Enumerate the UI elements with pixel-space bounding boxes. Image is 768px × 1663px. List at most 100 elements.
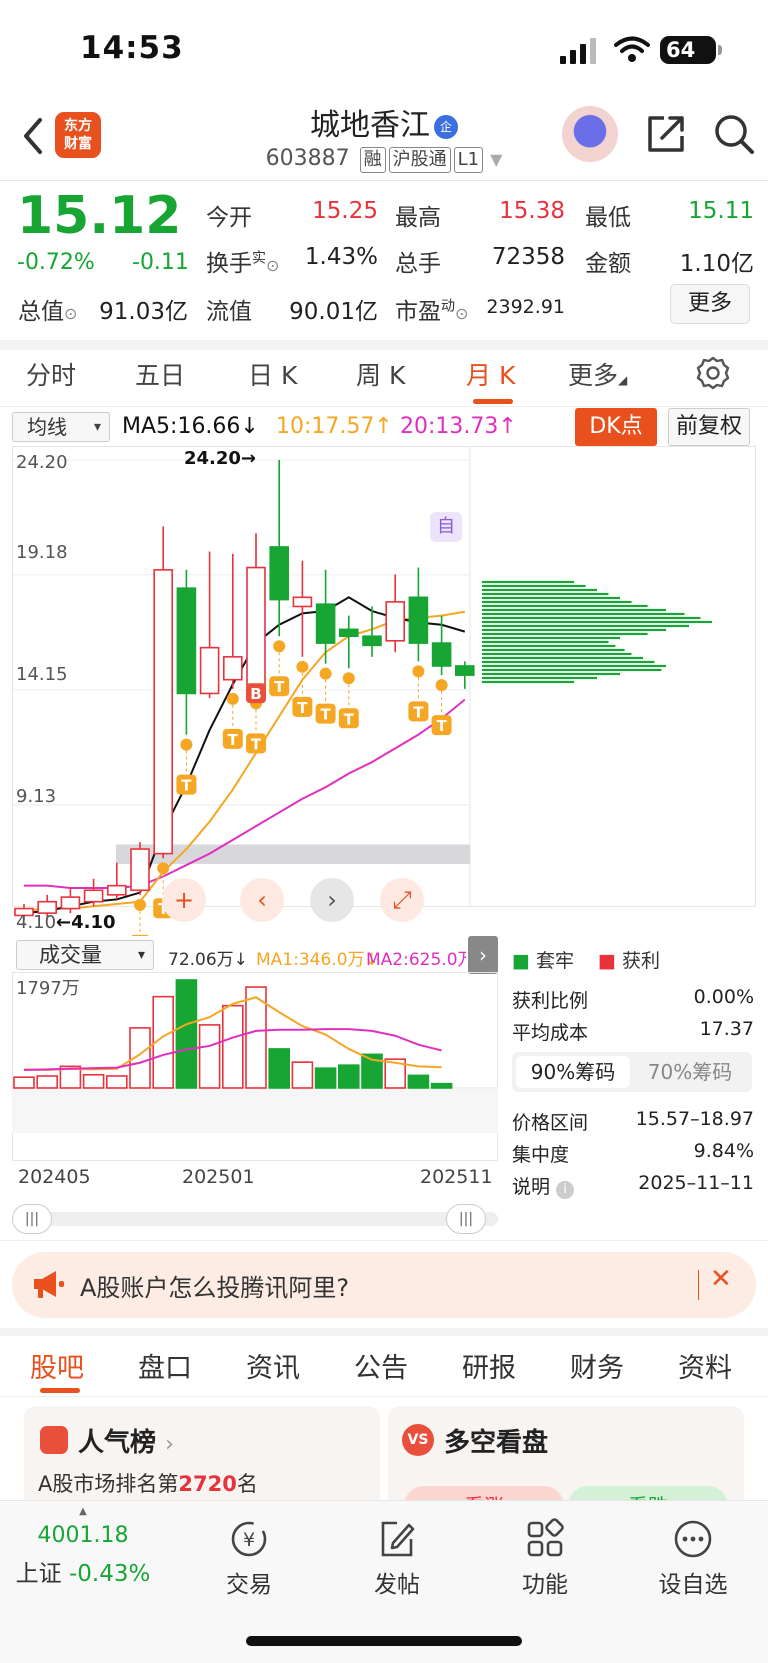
tag-margin: 融 [359,147,386,173]
volume-value: 72.06万↓ [168,950,248,970]
legend-profit-text: 获利 [622,950,661,972]
ad-text[interactable]: A股账户怎么投腾讯阿里? [80,1268,349,1303]
chart-frame [12,446,756,907]
chip-bar [482,624,689,628]
volume-ma1: MA1:346.0万↓ [256,950,379,970]
volume-bar [430,1082,453,1089]
tab-monthly-k[interactable]: 月 K [466,356,515,392]
index-name: 上证 [15,1561,62,1587]
stock-code: 603887 [265,146,350,171]
t-marker-dot [180,738,193,751]
volume-bar [175,979,198,1089]
nav-functions-label: 功能 [522,1572,568,1598]
chip-bar [482,656,643,660]
search-icon[interactable] [712,112,756,156]
t-marker-dot [319,667,332,680]
index-value: 4001.18 [37,1523,129,1548]
tab-research[interactable]: 研报 [462,1346,516,1385]
rank-number: 2720 [178,1472,237,1496]
chip-value: 17.37 [699,1018,754,1040]
status-bar: 14:53 64 [0,0,768,100]
fullscreen-icon[interactable]: ⤢ [380,878,424,922]
chevron-right-icon[interactable]: › [468,936,498,974]
tab-forum[interactable]: 股吧 [30,1346,84,1385]
volume-chart[interactable] [12,972,498,1192]
chip-label[interactable]: 说明 i [512,1172,575,1199]
candle-body [246,566,266,690]
corner-triangle-icon: ◢ [618,373,628,387]
tab-news[interactable]: 资讯 [246,1346,300,1385]
tab-five-day[interactable]: 五日 [135,356,185,392]
tag-connect: 沪股通 [388,147,451,173]
candle-body [408,596,429,644]
chip-bar [482,628,666,632]
tab-daily-k[interactable]: 日 K [248,356,297,392]
tab-intraday[interactable]: 分时 [26,356,76,392]
ma10-text: 10:17.57 [276,414,375,439]
float-cap-value: 90.01亿 [289,299,378,325]
volume-bar [337,1064,360,1089]
chip-bar [482,616,701,620]
dk-points-button[interactable]: DK点 [575,408,657,446]
tab-more-periods[interactable]: 更多◢ [568,356,627,392]
info-icon: i [556,1181,575,1199]
chip-bar [482,652,632,656]
volume-bar [106,1075,128,1089]
nav-functions[interactable]: 功能 [470,1501,620,1599]
caret-down-icon: ▼ [490,150,503,169]
scroll-handle-right[interactable]: ||| [446,1204,486,1234]
ma10-label: 10:17.57↑ [276,414,393,439]
share-icon[interactable] [646,114,686,154]
candle-body [176,587,197,695]
tab-orderbook[interactable]: 盘口 [138,1346,192,1385]
chip-value: 9.84% [693,1140,754,1162]
tab-financials[interactable]: 财务 [570,1346,624,1385]
tab-profile[interactable]: 资料 [678,1346,732,1385]
current-price: 15.12 [17,186,182,246]
close-icon[interactable]: ✕ [710,1264,732,1294]
scroll-handle-left[interactable]: ||| [12,1204,52,1234]
candle-body [37,900,58,914]
kline-chart[interactable]: TTTTTTTTTTTB [12,446,756,936]
legend-trapped: ■ 套牢 [512,946,574,973]
volume-bar [82,1073,105,1089]
indicator-select[interactable]: 均线 [12,412,110,442]
total-cap-value: 91.03亿 [99,299,188,325]
nav-post[interactable]: 发帖 [322,1501,472,1599]
long-short-title: 多空看盘 [444,1428,549,1458]
amount-label: 金额 [585,251,631,277]
turnover-value: 1.43% [304,244,378,270]
volume-bar [36,1075,59,1089]
nav-trade[interactable]: ¥ 交易 [174,1501,324,1599]
more-dots-icon [674,1520,712,1558]
candle-body [454,665,475,676]
ranking-icon [40,1426,68,1454]
t-marker-label: T [228,731,239,749]
high-value: 15.38 [499,198,565,224]
adjust-mode-button[interactable]: 前复权 [668,408,750,446]
tab-chip-70[interactable]: 70%筹码 [632,1056,748,1088]
index-ticker[interactable]: ▲ 4001.18 上证 -0.43% [8,1501,158,1588]
zoom-in-button[interactable]: + [162,878,206,922]
nav-watchlist[interactable]: 设自选 [618,1501,768,1599]
chevron-right-icon[interactable]: › [310,878,354,922]
nav-watchlist-label: 设自选 [658,1572,728,1598]
t-marker-dot [435,679,448,692]
home-indicator [246,1636,522,1646]
tab-announcements[interactable]: 公告 [354,1346,408,1385]
high-label: 最高 [395,205,441,231]
ad-divider [698,1270,699,1300]
tab-weekly-k[interactable]: 周 K [356,356,405,392]
enterprise-badge: 企 [434,114,458,139]
gear-icon[interactable] [696,356,730,390]
chevron-left-icon[interactable]: ‹ [240,878,284,922]
more-button[interactable]: 更多 [670,284,750,324]
volume-indicator-select[interactable]: 成交量 [16,940,154,970]
tabs-divider [0,1396,768,1397]
volume-hands-value: 72358 [491,244,565,270]
pe-label: 市盈动⊙ [395,292,468,326]
info-dots-icon: ⊙ [64,304,78,323]
chart-scrollbar[interactable] [12,1212,498,1226]
tab-chip-90[interactable]: 90%筹码 [516,1056,630,1088]
ai-assistant-icon[interactable] [562,106,618,162]
